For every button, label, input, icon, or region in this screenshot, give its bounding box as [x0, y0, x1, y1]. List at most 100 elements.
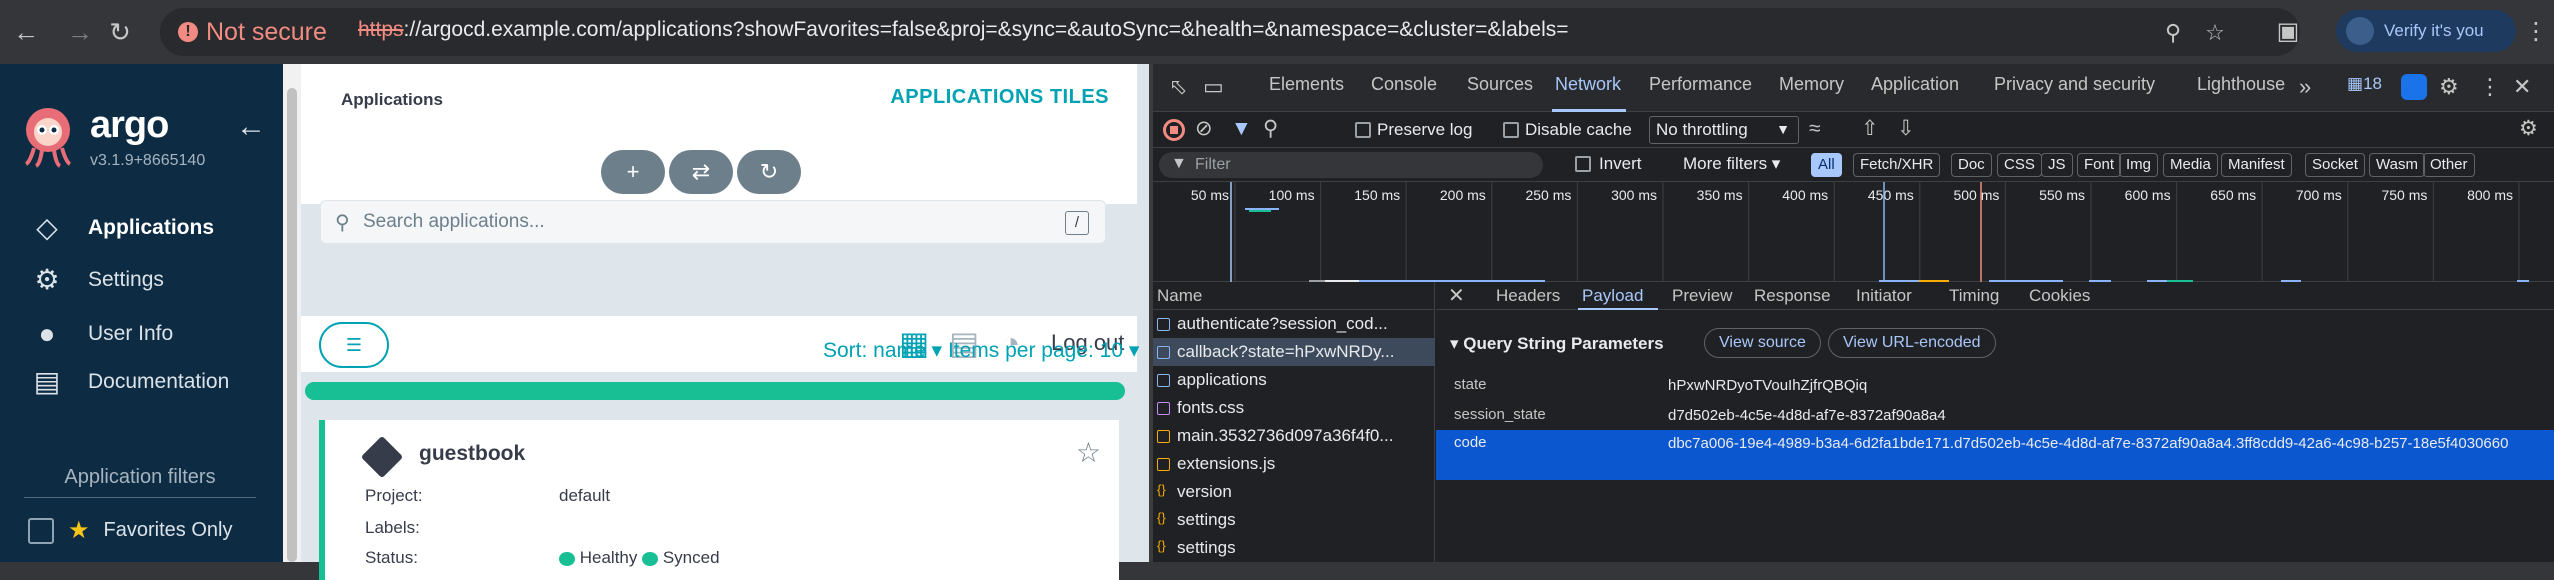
view-url-encoded-button[interactable]: View URL-encoded: [1828, 328, 1996, 358]
device-toolbar-icon[interactable]: ▭: [1203, 74, 1224, 100]
close-icon[interactable]: ✕: [2513, 74, 2531, 100]
network-conditions-icon[interactable]: ≈: [1809, 116, 1821, 142]
type-filter-other[interactable]: Other: [2423, 153, 2475, 177]
query-string-section-toggle[interactable]: ▾ Query String Parameters: [1450, 334, 1664, 354]
request-row[interactable]: {} settings: [1149, 534, 1435, 562]
preserve-log-checkbox[interactable]: [1355, 122, 1371, 138]
extensions-icon[interactable]: ▣: [2272, 16, 2304, 48]
tab-privacy-security[interactable]: Privacy and security: [1994, 74, 2155, 95]
tab-sources[interactable]: Sources: [1467, 74, 1533, 95]
type-filter-font[interactable]: Font: [2077, 153, 2122, 177]
type-filter-manifest[interactable]: Manifest: [2221, 153, 2292, 177]
type-filter-wasm[interactable]: Wasm: [2369, 153, 2425, 177]
bookmark-star-icon[interactable]: ☆: [2202, 20, 2228, 46]
request-row[interactable]: {} settings: [1149, 506, 1435, 534]
summary-pie-icon[interactable]: ◔: [1001, 326, 1020, 360]
address-bar[interactable]: ! Not secure https://argocd.example.com/…: [160, 8, 2300, 56]
refresh-apps-button[interactable]: ↻: [737, 150, 801, 194]
list-view-icon[interactable]: ▤: [949, 326, 979, 360]
request-row[interactable]: extensions.js: [1149, 450, 1435, 478]
name-column-header[interactable]: Name: [1149, 282, 1435, 310]
type-filter-fetchxhr[interactable]: Fetch/XHR: [1853, 153, 1941, 177]
reload-icon[interactable]: ↻: [104, 16, 136, 48]
invert-checkbox[interactable]: [1575, 156, 1591, 172]
kebab-menu-icon[interactable]: ⋮: [2479, 74, 2501, 100]
sidebar-item-documentation[interactable]: ▤ Documentation: [0, 358, 283, 406]
favorites-checkbox[interactable]: [28, 517, 54, 544]
new-app-button[interactable]: +: [601, 150, 665, 194]
forward-arrow-icon[interactable]: →: [64, 16, 96, 48]
sidebar-item-user-info[interactable]: ● User Info: [0, 310, 283, 358]
type-filter-js[interactable]: JS: [2041, 153, 2073, 177]
network-settings-icon[interactable]: ⚙: [2519, 116, 2538, 142]
collapse-sidebar-icon[interactable]: ←: [236, 110, 266, 144]
back-arrow-icon[interactable]: ←: [10, 16, 42, 48]
request-row[interactable]: authenticate?session_cod...: [1149, 310, 1435, 338]
tiles-view-icon[interactable]: ▦: [899, 326, 929, 360]
not-secure-chip[interactable]: ! Not secure: [168, 14, 339, 50]
import-har-icon[interactable]: ⇧: [1861, 116, 1879, 142]
network-overview-timeline[interactable]: 50 ms 100 ms 150 ms 200 ms 250 ms 300 ms 350 m…: [1149, 182, 2554, 296]
search-input[interactable]: [363, 207, 1043, 237]
clear-icon[interactable]: ⊘: [1195, 116, 1213, 142]
type-filter-socket[interactable]: Socket: [2305, 153, 2365, 177]
tab-timing[interactable]: Timing: [1949, 286, 1999, 306]
scrollbar-thumb[interactable]: [287, 88, 297, 562]
favorite-star-icon[interactable]: ☆: [1076, 436, 1101, 469]
request-row[interactable]: applications: [1149, 366, 1435, 394]
search-box[interactable]: ⚲ /: [320, 200, 1106, 244]
request-row[interactable]: callback?state=hPxwNRDy...: [1149, 338, 1435, 366]
tab-application[interactable]: Application: [1871, 74, 1959, 95]
close-detail-icon[interactable]: ✕: [1448, 283, 1465, 308]
extension-badge-icon[interactable]: [2401, 74, 2427, 100]
profile-verify-chip[interactable]: Verify it's you: [2336, 10, 2516, 52]
more-filters-dropdown[interactable]: More filters ▾: [1683, 154, 1780, 174]
filter-toggle-button[interactable]: ☰: [319, 322, 389, 368]
url-text[interactable]: https://argocd.example.com/applications?…: [358, 18, 1569, 42]
request-row[interactable]: main.3532736d097a36f4f0...: [1149, 422, 1435, 450]
tab-initiator[interactable]: Initiator: [1856, 286, 1912, 306]
tab-lighthouse[interactable]: Lighthouse: [2197, 74, 2285, 95]
export-har-icon[interactable]: ⇩: [1897, 116, 1915, 142]
app-tile-guestbook[interactable]: guestbook ☆ Project: default Labels: Stat…: [319, 420, 1119, 580]
record-stop-icon[interactable]: [1163, 119, 1185, 141]
param-row-state[interactable]: state hPxwNRDyoTVouIhZjfrQBQiq: [1436, 372, 2554, 400]
sidebar-item-applications[interactable]: ◇ Applications: [0, 204, 283, 252]
tab-payload[interactable]: Payload: [1582, 286, 1643, 306]
request-row[interactable]: {} version: [1149, 478, 1435, 506]
filter-input[interactable]: ▼ Filter: [1159, 152, 1543, 178]
logout-link[interactable]: Log out: [1051, 330, 1124, 356]
tab-network[interactable]: Network: [1555, 74, 1621, 95]
tab-memory[interactable]: Memory: [1779, 74, 1844, 95]
type-filter-img[interactable]: Img: [2119, 153, 2159, 177]
disable-cache-checkbox[interactable]: [1503, 122, 1519, 138]
devtools-resize-handle[interactable]: [1149, 64, 1153, 562]
tab-cookies[interactable]: Cookies: [2029, 286, 2090, 306]
issues-badge[interactable]: ▦18: [2347, 74, 2382, 94]
breadcrumb[interactable]: Applications: [341, 90, 443, 110]
browser-menu-icon[interactable]: ⋮: [2524, 16, 2548, 48]
gear-icon[interactable]: ⚙: [2439, 74, 2459, 100]
more-tabs-icon[interactable]: »: [2299, 74, 2311, 100]
type-filter-media[interactable]: Media: [2163, 153, 2218, 177]
tab-console[interactable]: Console: [1371, 74, 1437, 95]
inspect-icon[interactable]: ⬁: [1169, 74, 1187, 100]
request-row[interactable]: fonts.css: [1149, 394, 1435, 422]
favorites-filter[interactable]: ★ Favorites Only: [28, 516, 232, 545]
tab-performance[interactable]: Performance: [1649, 74, 1752, 95]
key-icon[interactable]: ⚲: [2160, 20, 2186, 46]
type-filter-all[interactable]: All: [1811, 153, 1842, 177]
page-scrollbar[interactable]: [283, 64, 301, 562]
tab-elements[interactable]: Elements: [1269, 74, 1344, 95]
search-icon[interactable]: ⚲: [1263, 116, 1278, 142]
tab-response[interactable]: Response: [1754, 286, 1831, 306]
view-source-button[interactable]: View source: [1704, 328, 1821, 358]
param-row-session-state[interactable]: session_state d7d502eb-4c5e-4d8d-af7e-837…: [1436, 400, 2554, 430]
filter-funnel-icon[interactable]: ▼: [1231, 116, 1252, 142]
throttling-select[interactable]: No throttling ▼: [1649, 116, 1799, 144]
param-row-code[interactable]: code dbc7a006-19e4-4989-b3a4-6d2fa1bde171…: [1436, 430, 2554, 480]
type-filter-doc[interactable]: Doc: [1951, 153, 1992, 177]
tab-preview[interactable]: Preview: [1672, 286, 1732, 306]
sync-apps-button[interactable]: ⇄: [669, 150, 733, 194]
tab-headers[interactable]: Headers: [1496, 286, 1560, 306]
